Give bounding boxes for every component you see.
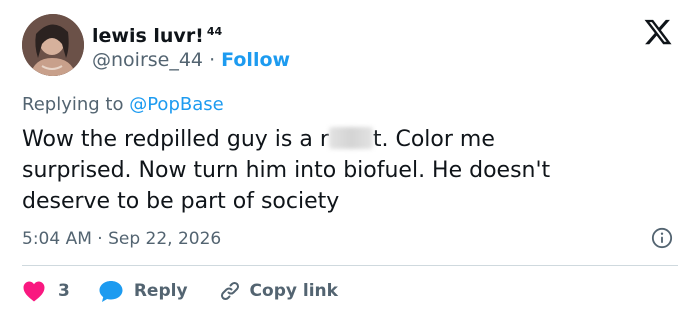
copy-link-button[interactable]: Copy link <box>218 279 338 303</box>
handle-separator: · <box>209 49 216 71</box>
action-bar: 3 Reply Copy link <box>22 278 338 304</box>
tweet-line-3: deserve to be part of society <box>22 189 340 214</box>
replying-mention-link[interactable]: @PopBase <box>129 94 223 115</box>
tweet-line-1-end: t. Color me <box>372 127 495 152</box>
speech-bubble-icon <box>99 281 123 302</box>
tweet-line-2: surprised. Now turn him into biofuel. He… <box>22 158 551 183</box>
tweet-text: Wow the redpilled guy is a r t. Color me … <box>22 124 682 217</box>
censored-word <box>328 127 373 149</box>
tweet-line-1-start: Wow the redpilled guy is a r <box>22 127 329 152</box>
avatar[interactable] <box>22 14 84 76</box>
like-count: 3 <box>58 281 70 301</box>
replying-prefix: Replying to <box>22 94 124 115</box>
reply-label: Reply <box>133 281 188 301</box>
tweet-line-1: Wow the redpilled guy is a r t. Color me <box>22 124 682 155</box>
name-badge: 44 <box>206 25 223 38</box>
x-logo-icon[interactable] <box>642 17 674 47</box>
divider <box>22 265 678 266</box>
like-button[interactable]: 3 <box>22 280 98 302</box>
copy-link-label: Copy link <box>249 281 338 301</box>
follow-button[interactable]: Follow <box>221 49 290 71</box>
tweet-timestamp[interactable]: 5:04 AM · Sep 22, 2026 <box>22 227 221 251</box>
avatar-photo <box>22 14 84 76</box>
user-handle[interactable]: @noirse_44 <box>92 49 203 71</box>
reply-button[interactable]: Reply <box>98 279 218 303</box>
replying-to: Replying to @PopBase <box>22 93 224 117</box>
handle-row: @noirse_44 · Follow <box>92 48 290 72</box>
display-name-text[interactable]: lewis luvr! <box>92 25 204 47</box>
display-name[interactable]: lewis luvr! 44 <box>92 20 222 48</box>
heart-icon <box>23 281 45 302</box>
link-icon <box>220 281 239 301</box>
info-icon[interactable] <box>651 227 673 249</box>
